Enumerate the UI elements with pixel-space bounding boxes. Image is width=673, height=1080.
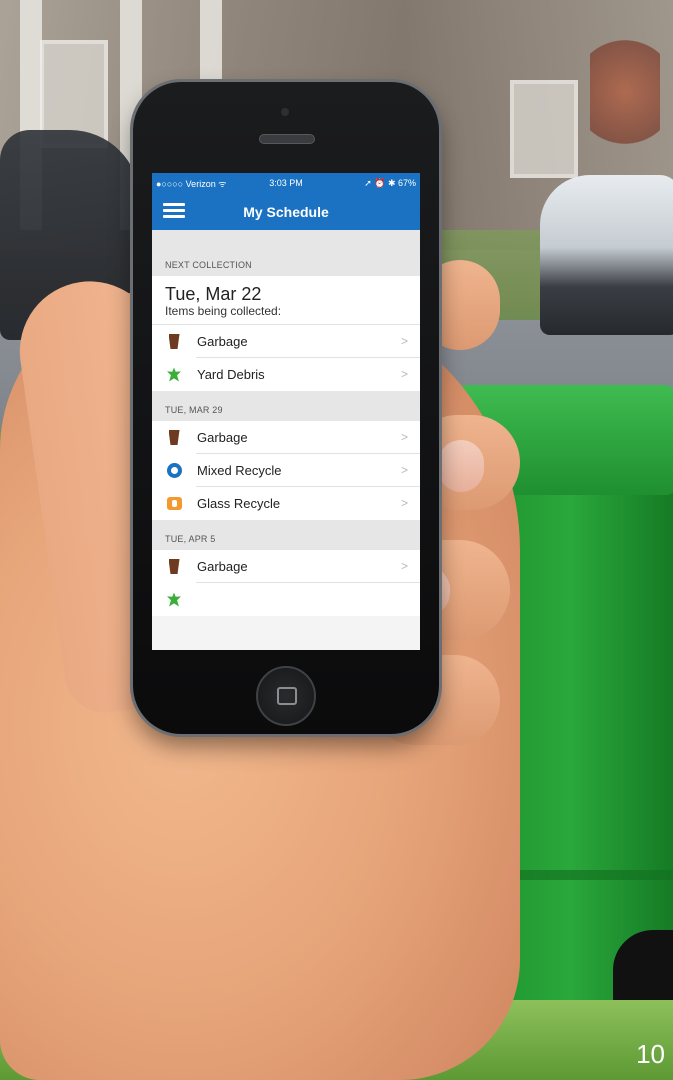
chevron-right-icon: >	[400, 463, 408, 477]
home-button-square-icon	[277, 687, 297, 705]
chevron-right-icon: >	[400, 496, 408, 510]
list-item-garbage[interactable]: Garbage >	[152, 325, 420, 358]
collection-list-apr-5: Garbage >	[152, 550, 420, 616]
chevron-right-icon: >	[400, 334, 408, 348]
collection-list-mar-29: Garbage > Mixed Recycle > Glass Recycle …	[152, 421, 420, 520]
carrier-signal: ●○○○○ Verizon ᯤ	[156, 178, 227, 189]
next-collection-subtitle: Items being collected:	[165, 304, 282, 318]
front-camera	[281, 108, 289, 116]
next-collection-header: NEXT COLLECTION	[152, 230, 420, 276]
date-header-mar-29: TUE, MAR 29	[152, 391, 420, 421]
next-collection-list: Tue, Mar 22 Items being collected: Garba…	[152, 276, 420, 391]
glass-bin-icon	[165, 495, 183, 513]
recycle-icon	[165, 462, 183, 480]
next-collection-date: Tue, Mar 22	[165, 284, 262, 304]
list-item-label: Mixed Recycle	[197, 463, 282, 478]
garbage-cart-icon	[165, 333, 183, 351]
status-bar: ●○○○○ Verizon ᯤ 3:03 PM ➚ ⏰ ✱ 67%	[152, 173, 420, 193]
list-item-label: Garbage	[197, 430, 248, 445]
list-item-label: Glass Recycle	[197, 496, 281, 511]
garbage-cart-icon	[165, 429, 183, 447]
battery-indicator: ➚ ⏰ ✱ 67%	[364, 177, 417, 188]
nav-bar: My Schedule	[152, 193, 420, 230]
chevron-right-icon: >	[400, 559, 408, 573]
list-item-label: Yard Debris	[197, 367, 265, 382]
list-item-garbage[interactable]: Garbage >	[152, 550, 420, 583]
list-item-mixed-recycle[interactable]: Mixed Recycle >	[152, 454, 420, 487]
home-button[interactable]	[256, 666, 316, 726]
list-item-garbage[interactable]: Garbage >	[152, 421, 420, 454]
list-item-partial[interactable]	[152, 583, 420, 616]
house-window	[510, 80, 578, 178]
page-number: 10	[636, 1039, 665, 1069]
app-screen: ●○○○○ Verizon ᯤ 3:03 PM ➚ ⏰ ✱ 67% My Sch…	[152, 173, 420, 650]
date-header-apr-5: TUE, APR 5	[152, 520, 420, 550]
flower-bush	[590, 40, 660, 170]
parked-car	[540, 175, 673, 335]
smartphone: ●○○○○ Verizon ᯤ 3:03 PM ➚ ⏰ ✱ 67% My Sch…	[133, 82, 439, 734]
leaf-icon	[165, 591, 183, 609]
leaf-icon	[165, 366, 183, 384]
fingernail	[438, 440, 484, 492]
next-collection-summary: Tue, Mar 22 Items being collected:	[152, 276, 420, 325]
earpiece	[259, 134, 315, 144]
list-item-yard-debris[interactable]: Yard Debris >	[152, 358, 420, 391]
status-time: 3:03 PM	[269, 178, 303, 188]
list-item-label: Garbage	[197, 334, 248, 349]
chevron-right-icon: >	[400, 430, 408, 444]
chevron-right-icon: >	[400, 367, 408, 381]
list-item-glass-recycle[interactable]: Glass Recycle >	[152, 487, 420, 520]
list-item-label: Garbage	[197, 559, 248, 574]
garbage-cart-icon	[165, 558, 183, 576]
page-title: My Schedule	[243, 204, 329, 220]
